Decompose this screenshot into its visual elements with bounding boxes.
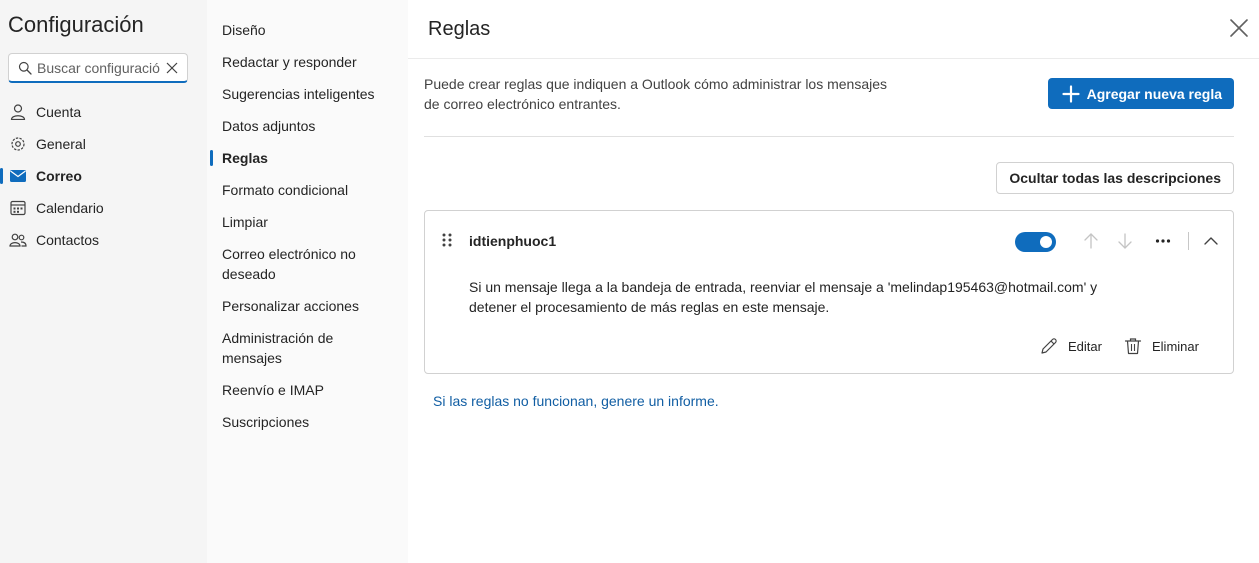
delete-rule-button[interactable]: Eliminar [1123, 335, 1199, 357]
rules-description: Puede crear reglas que indiquen a Outloo… [424, 76, 888, 112]
subnav-item-acciones[interactable]: Personalizar acciones [207, 290, 408, 322]
hide-all-descriptions-button[interactable]: Ocultar todas las descripciones [996, 162, 1234, 194]
plus-icon [1062, 84, 1080, 103]
subnav-item-suscripciones[interactable]: Suscripciones [207, 406, 408, 438]
generate-report-link[interactable]: Si las reglas no funcionan, genere un in… [433, 393, 719, 409]
add-new-rule-button[interactable]: Agregar nueva regla [1047, 78, 1234, 109]
calendar-icon [10, 200, 26, 216]
rule-description: Si un mensaje llega a la bandeja de entr… [469, 279, 1098, 315]
rules-panel: Reglas Puede crear reglas que indiquen a… [408, 0, 1259, 563]
rule-card: idtienphuoc1 Si un mensaje llega a la ba… [424, 210, 1234, 374]
pencil-icon [1041, 338, 1057, 354]
nav-item-label: Contactos [36, 232, 100, 248]
gear-icon [11, 137, 25, 151]
settings-title: Configuración [8, 12, 144, 37]
mail-icon [10, 170, 26, 182]
chevron-up-icon[interactable] [1201, 231, 1221, 251]
person-icon [10, 104, 26, 120]
header-divider [408, 58, 1259, 59]
nav-item-label: Correo [36, 168, 82, 184]
nav-item-label: General [36, 136, 86, 152]
drag-handle-icon[interactable] [441, 232, 453, 248]
people-icon [9, 233, 27, 247]
subnav-item-formato[interactable]: Formato condicional [207, 174, 408, 206]
nav-item-contactos[interactable]: Contactos [0, 224, 207, 256]
settings-search-input[interactable] [37, 58, 165, 78]
arrow-down-icon[interactable] [1115, 231, 1135, 251]
toggle-knob [1040, 236, 1052, 248]
mail-settings-subnav: Diseño Redactar y responder Sugerencias … [207, 0, 408, 563]
card-actions-divider [1188, 232, 1189, 250]
nav-item-label: Cuenta [36, 104, 82, 120]
nav-item-correo[interactable]: Correo [0, 160, 207, 192]
subnav-item-no-deseado[interactable]: Correo electrónico no deseado [207, 238, 408, 290]
close-icon[interactable] [1227, 16, 1251, 40]
section-divider [424, 136, 1234, 137]
settings-category-list: Cuenta General Correo Calendario Contact… [0, 96, 207, 256]
subnav-item-diseno[interactable]: Diseño [207, 14, 408, 46]
nav-item-cuenta[interactable]: Cuenta [0, 96, 207, 128]
rule-enabled-toggle[interactable] [1015, 232, 1056, 252]
subnav-item-redactar[interactable]: Redactar y responder [207, 46, 408, 78]
subnav-item-limpiar[interactable]: Limpiar [207, 206, 408, 238]
edit-rule-button[interactable]: Editar [1039, 335, 1102, 357]
rule-name: idtienphuoc1 [469, 233, 557, 249]
settings-nav-pane: Configuración Cuenta General [0, 0, 207, 563]
nav-item-general[interactable]: General [0, 128, 207, 160]
clear-search-icon[interactable] [166, 62, 178, 74]
add-new-rule-label: Agregar nueva regla [1086, 85, 1222, 102]
settings-search-box[interactable] [8, 53, 188, 83]
page-title: Reglas [428, 18, 491, 40]
nav-item-label: Calendario [36, 200, 104, 216]
subnav-item-administracion[interactable]: Administración de mensajes [207, 322, 408, 374]
search-icon [18, 61, 32, 75]
subnav-item-reenvio[interactable]: Reenvío e IMAP [207, 374, 408, 406]
edit-rule-label: Editar [1068, 338, 1102, 354]
arrow-up-icon[interactable] [1081, 231, 1101, 251]
subnav-item-sugerencias[interactable]: Sugerencias inteligentes [207, 78, 408, 110]
subnav-item-adjuntos[interactable]: Datos adjuntos [207, 110, 408, 142]
mail-settings-list: Diseño Redactar y responder Sugerencias … [207, 14, 408, 438]
delete-rule-label: Eliminar [1152, 338, 1199, 354]
trash-icon [1124, 338, 1142, 355]
subnav-item-reglas[interactable]: Reglas [207, 142, 408, 174]
more-options-icon[interactable] [1153, 231, 1173, 251]
nav-item-calendario[interactable]: Calendario [0, 192, 207, 224]
